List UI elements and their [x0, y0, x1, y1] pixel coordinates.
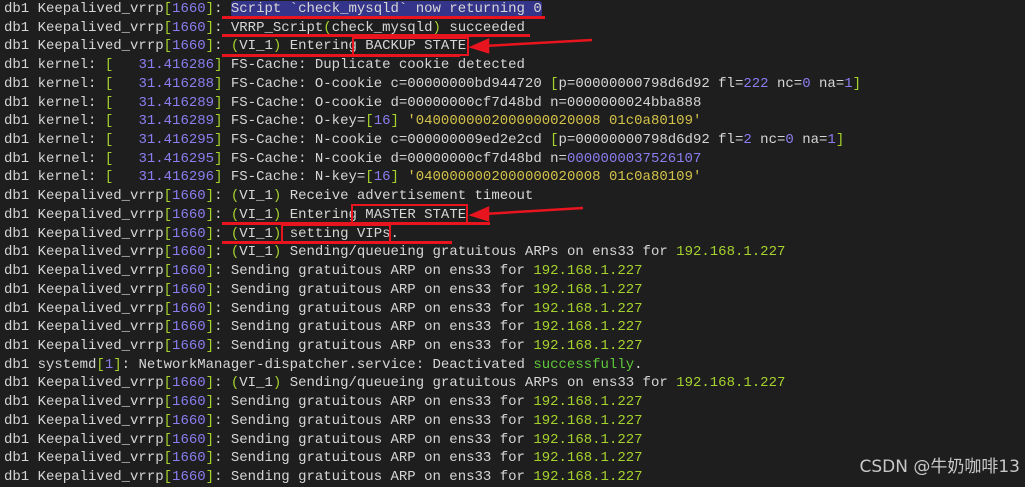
watermark: CSDN @牛奶咖啡13: [859, 457, 1020, 477]
arrow-icon: [468, 38, 593, 54]
annotation-arrows: [468, 38, 593, 222]
arrow-icon: [468, 206, 584, 222]
